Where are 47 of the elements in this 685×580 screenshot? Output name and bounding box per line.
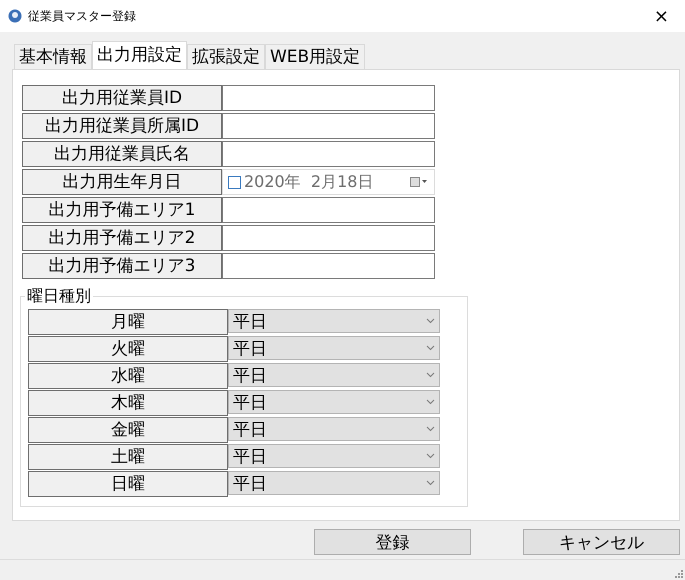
day-type-dropdown[interactable]: 平日 bbox=[228, 471, 440, 495]
tab[interactable]: 出力用設定 bbox=[92, 41, 187, 69]
day-type-dropdown[interactable]: 平日 bbox=[228, 363, 440, 387]
input-field[interactable] bbox=[222, 197, 435, 223]
field-label: 出力用生年月日 bbox=[22, 169, 222, 195]
day-type-dropdown[interactable]: 平日 bbox=[228, 390, 440, 414]
day-label: 木曜 bbox=[28, 390, 228, 416]
input-field[interactable] bbox=[222, 113, 435, 139]
day-type-dropdown[interactable]: 平日 bbox=[228, 417, 440, 441]
resize-grip-icon[interactable] bbox=[673, 568, 683, 578]
dialog-button[interactable]: 登録 bbox=[314, 529, 471, 555]
chevron-down-icon bbox=[426, 372, 435, 378]
day-label: 日曜 bbox=[28, 471, 228, 497]
day-type-dropdown[interactable]: 平日 bbox=[228, 444, 440, 468]
calendar-icon[interactable] bbox=[410, 177, 428, 187]
app-icon bbox=[8, 9, 22, 23]
chevron-down-icon bbox=[426, 399, 435, 405]
field-label: 出力用予備エリア2 bbox=[22, 225, 222, 251]
field-label: 出力用従業員所属ID bbox=[22, 113, 222, 139]
field-label: 出力用予備エリア3 bbox=[22, 253, 222, 279]
date-picker[interactable]: 2020年 2月18日 bbox=[222, 169, 435, 195]
day-label: 水曜 bbox=[28, 363, 228, 389]
input-field[interactable] bbox=[222, 225, 435, 251]
window-title: 従業員マスター登録 bbox=[28, 8, 137, 24]
day-type-dropdown[interactable]: 平日 bbox=[228, 336, 440, 360]
field-label: 出力用予備エリア1 bbox=[22, 197, 222, 223]
input-field[interactable] bbox=[222, 141, 435, 167]
day-label: 金曜 bbox=[28, 417, 228, 443]
chevron-down-icon bbox=[426, 318, 435, 324]
day-type-dropdown[interactable]: 平日 bbox=[228, 309, 440, 333]
input-field[interactable] bbox=[222, 253, 435, 279]
input-field[interactable] bbox=[222, 85, 435, 111]
close-button[interactable]: × bbox=[646, 6, 677, 26]
dialog-button[interactable]: キャンセル bbox=[523, 529, 680, 555]
tab[interactable]: 基本情報 bbox=[14, 44, 92, 69]
day-label: 月曜 bbox=[28, 309, 228, 335]
chevron-down-icon bbox=[426, 345, 435, 351]
day-label: 土曜 bbox=[28, 444, 228, 470]
tab[interactable]: 拡張設定 bbox=[187, 44, 265, 69]
field-label: 出力用従業員ID bbox=[22, 85, 222, 111]
chevron-down-icon bbox=[426, 426, 435, 432]
chevron-down-icon bbox=[426, 453, 435, 459]
field-label: 出力用従業員氏名 bbox=[22, 141, 222, 167]
chevron-down-icon bbox=[426, 480, 435, 486]
day-label: 火曜 bbox=[28, 336, 228, 362]
tab[interactable]: WEB用設定 bbox=[265, 44, 366, 69]
checkbox[interactable] bbox=[228, 176, 241, 188]
